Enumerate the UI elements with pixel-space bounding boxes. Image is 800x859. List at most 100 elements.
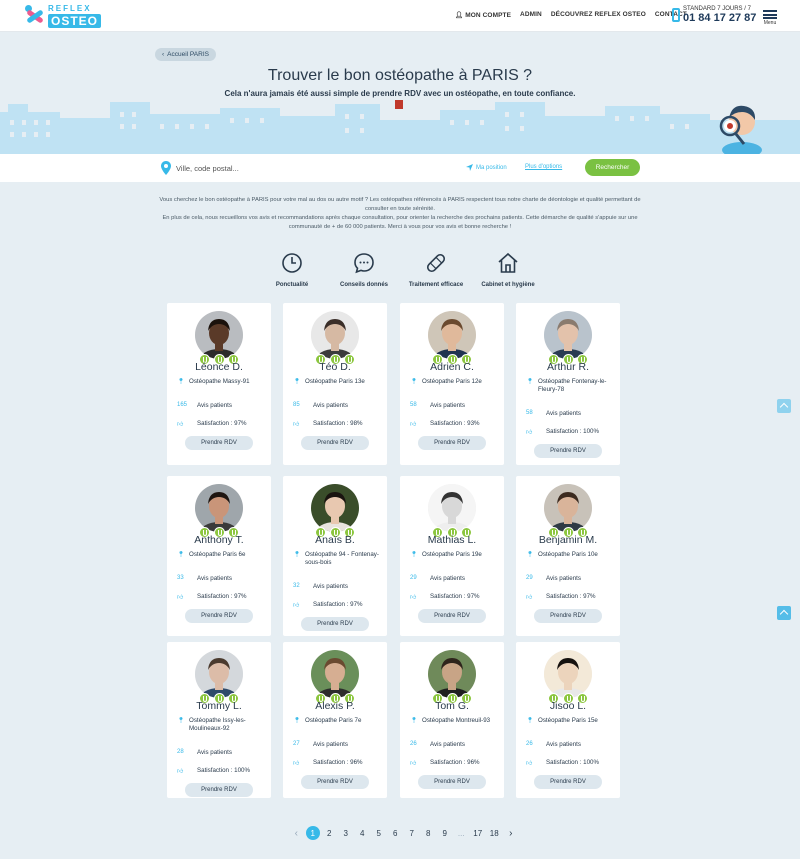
city-search-input[interactable] bbox=[176, 160, 436, 176]
pagination-page-18[interactable]: 18 bbox=[486, 826, 503, 840]
location-row: 📍︎ Ostéopathe 94 - Fontenay-sous-bois bbox=[293, 551, 379, 566]
logo-text-bottom: OSTEO bbox=[48, 13, 102, 28]
avatar-wrapper bbox=[311, 484, 359, 538]
portrait-photo bbox=[195, 484, 243, 532]
book-appointment-button[interactable]: Prendre RDV bbox=[534, 444, 602, 458]
book-appointment-button[interactable]: Prendre RDV bbox=[301, 436, 369, 450]
reviews-row: 165 Avis patients bbox=[177, 402, 271, 410]
practitioner-name[interactable]: Tom G. bbox=[400, 700, 504, 712]
book-appointment-button[interactable]: Prendre RDV bbox=[418, 609, 486, 623]
book-appointment-button[interactable]: Prendre RDV bbox=[185, 609, 253, 623]
practitioner-name[interactable]: Benjamin M. bbox=[516, 534, 620, 546]
nav-mon-compte[interactable]: 👤︎ MON COMPTE bbox=[455, 11, 511, 19]
practitioner-avatar bbox=[195, 311, 243, 359]
satisfaction-row: 👍︎ Satisfaction : 97% bbox=[410, 593, 504, 601]
practitioner-card[interactable]: Anaïs B. 📍︎ Ostéopathe 94 - Fontenay-sous-… bbox=[283, 476, 387, 636]
phone-contact[interactable]: STANDARD 7 JOURS / 7 01 84 17 27 87 bbox=[672, 6, 756, 24]
practitioner-card[interactable]: Léonce D. 📍︎ Ostéopathe Massy-91 165 Avis pa… bbox=[167, 303, 271, 465]
practitioner-name[interactable]: Léonce D. bbox=[167, 361, 271, 373]
location-row: 📍︎ Ostéopathe Paris 10e bbox=[526, 551, 612, 559]
pagination-next-button[interactable]: › bbox=[503, 826, 520, 840]
site-header: REFLEX OSTEO 👤︎ MON COMPTE ADMIN DÉCOUVR… bbox=[0, 0, 800, 32]
satisfaction-row: 👍︎ Satisfaction : 97% bbox=[293, 601, 387, 609]
practitioner-name[interactable]: Adrien C. bbox=[400, 361, 504, 373]
hero-section: ‹ Accueil PARIS Trouver le bon ostéopath… bbox=[0, 32, 800, 154]
portrait-photo bbox=[195, 650, 243, 698]
pagination-page-1[interactable]: 1 bbox=[305, 826, 320, 840]
practitioner-card[interactable]: Alexis P. 📍︎ Ostéopathe Paris 7e 27 Avis pat… bbox=[283, 642, 387, 798]
pagination-page-17[interactable]: 17 bbox=[470, 826, 487, 840]
practitioner-location: Ostéopathe Fontenay-le-Fleury-78 bbox=[538, 378, 607, 393]
thumbs-up-icon: 👍︎ bbox=[526, 430, 533, 436]
nav-admin[interactable]: ADMIN bbox=[520, 11, 542, 19]
avatar-wrapper bbox=[428, 311, 476, 365]
search-bar: Ma position Plus d'options Rechercher bbox=[0, 154, 800, 182]
book-appointment-button[interactable]: Prendre RDV bbox=[418, 436, 486, 450]
mascot-magnifier-illustration bbox=[719, 105, 762, 154]
back-to-top-button[interactable] bbox=[777, 606, 791, 620]
book-appointment-button[interactable]: Prendre RDV bbox=[185, 783, 253, 797]
portrait-photo bbox=[311, 311, 359, 359]
pagination-page-9[interactable]: 9 bbox=[437, 826, 454, 840]
location-pin-icon: 📍︎ bbox=[526, 718, 534, 724]
scroll-up-button[interactable] bbox=[777, 399, 791, 413]
satisfaction-row: 👍︎ Satisfaction : 100% bbox=[177, 767, 271, 775]
practitioner-avatar bbox=[311, 311, 359, 359]
reflex-osteo-logo[interactable]: REFLEX OSTEO bbox=[24, 4, 102, 28]
house-icon bbox=[498, 252, 518, 273]
practitioner-name[interactable]: Anaïs B. bbox=[283, 534, 387, 546]
satisfaction-row: 👍︎ Satisfaction : 100% bbox=[526, 428, 620, 436]
review-count: 165 bbox=[177, 402, 188, 408]
nav-decouvrez[interactable]: DÉCOUVREZ REFLEX OSTEO bbox=[551, 11, 646, 19]
location-pin-icon: 📍︎ bbox=[293, 379, 301, 385]
book-appointment-button[interactable]: Prendre RDV bbox=[534, 609, 602, 623]
book-appointment-button[interactable]: Prendre RDV bbox=[534, 775, 602, 789]
pagination-page-6[interactable]: 6 bbox=[387, 826, 404, 840]
practitioner-card[interactable]: Arthur R. 📍︎ Ostéopathe Fontenay-le-Fleury… bbox=[516, 303, 620, 465]
search-button[interactable]: Rechercher bbox=[585, 159, 640, 176]
pagination-page-5[interactable]: 5 bbox=[371, 826, 388, 840]
practitioner-card[interactable]: Tom G. 📍︎ Ostéopathe Montreuil-93 26 Avis pa… bbox=[400, 642, 504, 798]
practitioner-card[interactable]: Anthony T. 📍︎ Ostéopathe Paris 6e 33 Avis pa… bbox=[167, 476, 271, 636]
book-appointment-button[interactable]: Prendre RDV bbox=[301, 775, 369, 789]
pagination-page-7[interactable]: 7 bbox=[404, 826, 421, 840]
reviews-row: 27 Avis patients bbox=[293, 741, 387, 749]
pagination-page-2[interactable]: 2 bbox=[321, 826, 338, 840]
practitioner-avatar bbox=[428, 311, 476, 359]
practitioner-card[interactable]: Tommy L. 📍︎ Ostéopathe Issy-les-Moulineaux… bbox=[167, 642, 271, 798]
clock-icon bbox=[282, 253, 302, 273]
practitioner-name[interactable]: Arthur R. bbox=[516, 361, 620, 373]
pagination-prev-button[interactable]: ‹ bbox=[288, 826, 305, 840]
practitioner-name[interactable]: Anthony T. bbox=[167, 534, 271, 546]
pagination-page-4[interactable]: 4 bbox=[354, 826, 371, 840]
menu-button[interactable]: Menu bbox=[763, 10, 777, 26]
book-appointment-button[interactable]: Prendre RDV bbox=[301, 617, 369, 631]
practitioner-name[interactable]: Téo D. bbox=[283, 361, 387, 373]
book-appointment-button[interactable]: Prendre RDV bbox=[185, 436, 253, 450]
my-position-link[interactable]: Ma position bbox=[466, 164, 507, 171]
practitioner-name[interactable]: Tommy L. bbox=[167, 700, 271, 712]
feature-cabinet: Cabinet et hygiène bbox=[468, 252, 548, 288]
location-row: 📍︎ Ostéopathe Paris 19e bbox=[410, 551, 496, 559]
satisfaction-rate: Satisfaction : 93% bbox=[430, 420, 480, 427]
practitioner-card[interactable]: Téo D. 📍︎ Ostéopathe Paris 13e 85 Avis patie… bbox=[283, 303, 387, 465]
practitioner-name[interactable]: Alexis P. bbox=[283, 700, 387, 712]
thumbs-up-icon: 👍︎ bbox=[177, 595, 184, 601]
pagination-page-3[interactable]: 3 bbox=[338, 826, 355, 840]
book-appointment-button[interactable]: Prendre RDV bbox=[418, 775, 486, 789]
location-row: 📍︎ Ostéopathe Issy-les-Moulineaux-92 bbox=[177, 717, 263, 732]
practitioner-card[interactable]: Jisoo L. 📍︎ Ostéopathe Paris 15e 26 Avis pat… bbox=[516, 642, 620, 798]
review-count: 58 bbox=[410, 402, 417, 408]
practitioner-card[interactable]: Mathias L. 📍︎ Ostéopathe Paris 19e 29 Avis p… bbox=[400, 476, 504, 636]
portrait-photo bbox=[428, 311, 476, 359]
satisfaction-rate: Satisfaction : 97% bbox=[197, 593, 247, 600]
practitioner-card[interactable]: Adrien C. 📍︎ Ostéopathe Paris 12e 58 Avis pa… bbox=[400, 303, 504, 465]
practitioner-name[interactable]: Jisoo L. bbox=[516, 700, 620, 712]
more-options-link[interactable]: Plus d'options bbox=[525, 164, 562, 170]
practitioner-card[interactable]: Benjamin M. 📍︎ Ostéopathe Paris 10e 29 Avis … bbox=[516, 476, 620, 636]
pagination-page-8[interactable]: 8 bbox=[420, 826, 437, 840]
reviews-label: Avis patients bbox=[430, 741, 465, 748]
back-to-paris-button[interactable]: ‹ Accueil PARIS bbox=[155, 48, 216, 61]
bandage-icon bbox=[426, 253, 446, 273]
practitioner-name[interactable]: Mathias L. bbox=[400, 534, 504, 546]
